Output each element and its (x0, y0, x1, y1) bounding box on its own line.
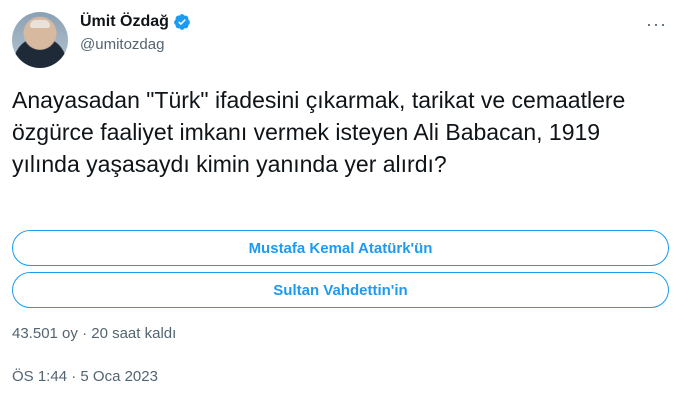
tweet-timestamp[interactable]: ÖS 1:44 · 5 Oca 2023 (12, 368, 158, 385)
author-handle[interactable]: @umitozdag (80, 36, 191, 53)
avatar[interactable] (12, 12, 68, 68)
tweet-text: Anayasadan "Türk" ifadesini çıkarmak, ta… (12, 87, 626, 177)
author-name[interactable]: Ümit Özdağ (80, 13, 169, 31)
timestamp-date: 5 Oca 2023 (80, 368, 158, 385)
poll-option-1[interactable]: Mustafa Kemal Atatürk'ün (12, 230, 669, 266)
more-options-icon[interactable]: ··· (646, 14, 667, 35)
verified-badge-icon (174, 14, 190, 30)
poll-time-left: 20 saat kaldı (91, 325, 177, 342)
timestamp-separator: · (71, 368, 77, 385)
poll-votes: 43.501 oy (12, 325, 78, 342)
poll-meta: 43.501 oy · 20 saat kaldı (12, 325, 176, 342)
poll-option-2[interactable]: Sultan Vahdettin'in (12, 272, 669, 308)
timestamp-time: ÖS 1:44 (12, 368, 68, 385)
poll-separator: · (82, 325, 88, 342)
tweet-header: Ümit Özdağ @umitozdag (80, 13, 191, 53)
